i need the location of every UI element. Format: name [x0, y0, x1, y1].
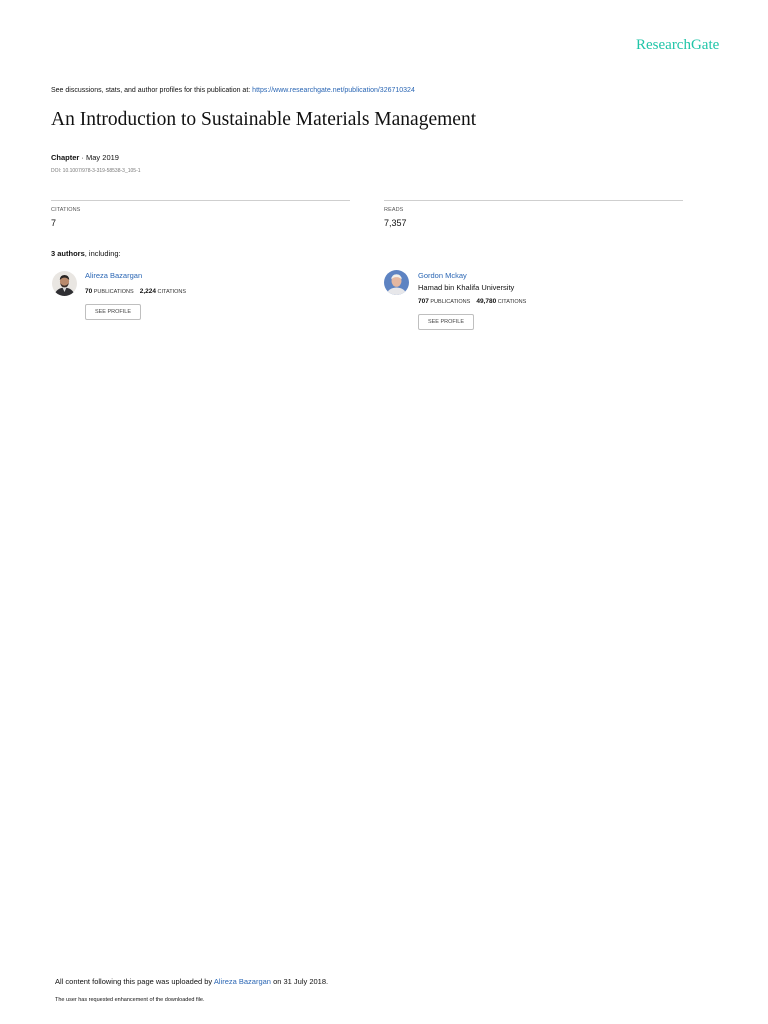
publication-type: Chapter	[51, 153, 80, 162]
footer-uploaded-suffix: on 31 July 2018.	[270, 977, 329, 986]
see-profile-button-bazargan[interactable]: SEE PROFILE	[85, 304, 141, 320]
authors-heading: 3 authors, including:	[51, 249, 121, 258]
see-profile-button-mckay[interactable]: SEE PROFILE	[418, 314, 474, 330]
footer-uploaded-line: All content following this page was uplo…	[55, 977, 328, 986]
avatar-photo-icon	[52, 271, 77, 296]
publication-doi: DOI: 10.1007/978-3-319-58538-3_105-1	[51, 168, 141, 174]
publications-label: PUBLICATIONS	[93, 289, 134, 295]
citations-stat: CITATIONS 7	[51, 200, 350, 228]
author-avatar-bazargan[interactable]	[52, 271, 77, 296]
publication-url-link[interactable]: https://www.researchgate.net/publication…	[252, 87, 415, 94]
author-institution-mckay: Hamad bin Khalifa University	[418, 283, 515, 292]
citations-value: 7	[51, 218, 57, 228]
author-avatar-mckay[interactable]	[384, 270, 409, 295]
publication-date: May 2019	[86, 153, 119, 162]
author-name-mckay[interactable]: Gordon Mckay	[418, 271, 467, 280]
discussions-text: See discussions, stats, and author profi…	[51, 87, 253, 94]
footer-request-note: The user has requested enhancement of th…	[55, 997, 205, 1003]
author-stats-mckay: 707 PUBLICATIONS 49,780 CITATIONS	[418, 298, 526, 305]
authors-including: , including:	[84, 249, 121, 258]
citations-label: CITATIONS	[157, 289, 187, 295]
publications-count: 707	[418, 298, 429, 305]
publication-title: An Introduction to Sustainable Materials…	[51, 109, 477, 130]
meta-separator: ·	[79, 153, 87, 162]
citations-label: CITATIONS	[497, 299, 527, 305]
author-stats-bazargan: 70 PUBLICATIONS 2,224 CITATIONS	[85, 288, 186, 295]
footer-uploaded-prefix: All content following this page was uplo…	[55, 977, 214, 986]
avatar-photo-icon	[384, 270, 409, 295]
publication-meta: Chapter · May 2019	[51, 153, 119, 162]
reads-stat: READS 7,357	[384, 200, 683, 228]
reads-value: 7,357	[384, 218, 407, 228]
uploader-name-link[interactable]: Alireza Bazargan	[214, 977, 271, 986]
researchgate-logo[interactable]: ResearchGate	[636, 37, 719, 54]
authors-count: 3 authors	[51, 249, 85, 258]
publications-label: PUBLICATIONS	[430, 299, 471, 305]
author-name-bazargan[interactable]: Alireza Bazargan	[85, 271, 142, 280]
discussions-line: See discussions, stats, and author profi…	[51, 87, 415, 94]
publications-count: 70	[85, 288, 93, 295]
reads-label: READS	[384, 207, 404, 213]
citations-label: CITATIONS	[51, 207, 81, 213]
citations-count: 49,780	[476, 298, 497, 305]
citations-count: 2,224	[139, 288, 156, 295]
